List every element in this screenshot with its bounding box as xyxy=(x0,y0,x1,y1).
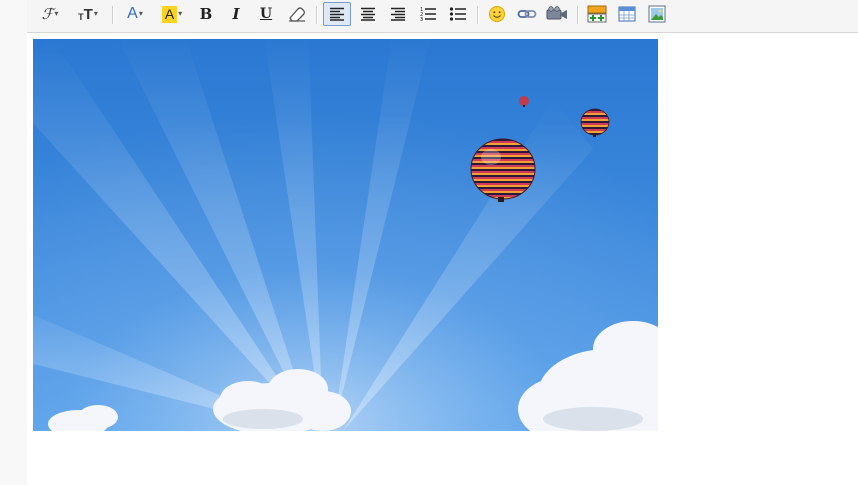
image-button[interactable] xyxy=(644,2,670,26)
toolbar-separator xyxy=(477,6,479,24)
image-icon xyxy=(648,5,666,23)
font-family-icon: ℱ xyxy=(41,5,54,23)
link-icon xyxy=(517,10,537,18)
video-button[interactable] xyxy=(543,2,571,26)
align-left-button[interactable] xyxy=(323,2,351,26)
ordered-list-button[interactable]: 123 xyxy=(415,2,441,26)
emoticon-button[interactable] xyxy=(484,2,510,26)
clear-format-button[interactable] xyxy=(284,2,310,26)
chevron-down-icon: ▾ xyxy=(138,9,143,18)
underline-icon: U xyxy=(259,6,273,22)
ordered-list-icon: 123 xyxy=(420,7,436,22)
eraser-icon xyxy=(289,7,305,22)
chevron-down-icon: ▾ xyxy=(93,9,98,18)
left-gutter xyxy=(0,0,28,485)
link-button[interactable] xyxy=(514,2,540,26)
editor-toolbar: ℱ ▾ T T ▾ A ▾ A ▾ B I U 1 2 3 xyxy=(27,0,858,33)
svg-text:3: 3 xyxy=(420,17,423,22)
bold-icon: B xyxy=(199,5,213,23)
unordered-list-button[interactable] xyxy=(445,2,471,26)
font-color-icon: A xyxy=(127,5,138,22)
align-right-button[interactable] xyxy=(385,2,411,26)
chevron-down-icon: ▾ xyxy=(178,9,183,18)
font-size-icon: T T xyxy=(78,5,93,23)
align-right-icon xyxy=(391,7,405,21)
toolbar-separator xyxy=(112,6,114,24)
table-icon xyxy=(618,6,636,22)
unordered-list-icon xyxy=(449,7,466,21)
table-button[interactable] xyxy=(614,2,640,26)
photo-hot-air-balloons xyxy=(33,39,658,431)
toolbar-separator xyxy=(316,6,318,24)
video-camera-icon xyxy=(546,6,567,20)
highlight-color-icon: A xyxy=(161,5,178,23)
align-center-icon xyxy=(361,7,375,21)
editor-content-area[interactable] xyxy=(27,33,858,485)
bold-button[interactable]: B xyxy=(194,2,218,26)
smiley-icon xyxy=(489,6,505,22)
inserted-image[interactable] xyxy=(33,39,658,431)
rich-text-editor: ℱ ▾ T T ▾ A ▾ A ▾ B I U 1 2 3 xyxy=(27,0,858,485)
underline-button[interactable]: U xyxy=(254,2,278,26)
font-family-button[interactable]: ℱ ▾ xyxy=(35,2,65,26)
insert-row-button[interactable] xyxy=(584,2,610,26)
italic-button[interactable]: I xyxy=(224,2,248,26)
chevron-down-icon: ▾ xyxy=(54,9,59,18)
italic-icon: I xyxy=(232,5,240,23)
font-color-button[interactable]: A ▾ xyxy=(121,2,149,26)
align-center-button[interactable] xyxy=(355,2,381,26)
font-size-button[interactable]: T T ▾ xyxy=(72,2,104,26)
insert-row-icon xyxy=(587,5,607,23)
toolbar-separator xyxy=(577,6,579,24)
align-left-icon xyxy=(330,7,344,21)
highlight-color-button[interactable]: A ▾ xyxy=(157,2,187,26)
